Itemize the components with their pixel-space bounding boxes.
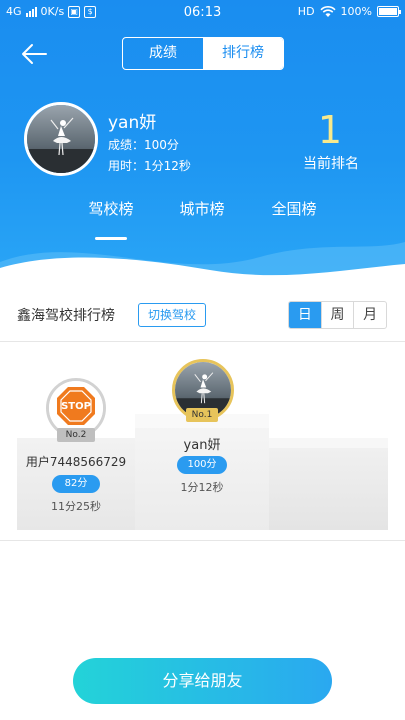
back-arrow-icon: [22, 44, 47, 64]
second-badge: No.2: [57, 428, 95, 442]
stop-sign-avatar-icon: STOP: [49, 381, 103, 435]
second-score: 82分: [52, 475, 100, 493]
first-score: 100分: [177, 456, 227, 474]
ranking-title: 鑫海驾校排行榜: [17, 308, 115, 324]
user-name: yan妍: [108, 113, 157, 133]
period-toggle: 日 周 月: [288, 301, 387, 329]
first-time: 1分12秒: [180, 481, 224, 494]
switch-school-button[interactable]: 切换驾校: [138, 303, 206, 327]
section-divider: [0, 341, 405, 342]
current-rank-number: 1: [317, 108, 343, 152]
header-wave-front: [0, 257, 405, 285]
result-rank-toggle: 成绩 排行榜: [122, 37, 284, 70]
tab-national[interactable]: 全国榜: [259, 198, 329, 219]
back-button[interactable]: [18, 40, 50, 68]
hd-indicator: HD: [297, 5, 315, 18]
period-month[interactable]: 月: [353, 302, 386, 328]
user-time: 用时：1分12秒: [108, 159, 191, 173]
scope-tabs: 驾校榜 城市榜 全国榜: [0, 198, 405, 228]
stop-sign-text: STOP: [61, 401, 91, 412]
tab-results[interactable]: 成绩: [123, 38, 203, 69]
scope-tab-indicator: [95, 237, 127, 240]
period-day[interactable]: 日: [289, 302, 321, 328]
user-avatar: [24, 102, 98, 176]
period-week[interactable]: 周: [320, 302, 354, 328]
battery-percent: 100%: [340, 5, 372, 18]
share-button[interactable]: 分享给朋友: [73, 658, 332, 704]
second-time: 11分25秒: [51, 500, 101, 513]
current-rank-label: 当前排名: [303, 156, 359, 172]
status-right: HD 100%: [297, 5, 401, 18]
podium-divider: [0, 540, 405, 541]
user-score: 成绩：100分: [108, 138, 179, 152]
podium-third: [269, 448, 388, 530]
first-name: yan妍: [183, 438, 221, 453]
status-bar: 4G 0K/s ▣ $ 06:13 HD 100%: [0, 0, 405, 26]
wifi-icon: [319, 5, 336, 17]
header: 4G 0K/s ▣ $ 06:13 HD 100% 成绩 排行榜 yan妍 成绩…: [0, 0, 405, 285]
battery-icon: [377, 6, 401, 17]
second-name: 用户7448566729: [25, 455, 127, 469]
tab-city[interactable]: 城市榜: [167, 198, 237, 219]
first-badge: No.1: [186, 408, 218, 422]
avatar-dancer-image: [27, 105, 95, 173]
tab-leaderboard[interactable]: 排行榜: [203, 38, 283, 69]
tab-school[interactable]: 驾校榜: [76, 198, 146, 219]
